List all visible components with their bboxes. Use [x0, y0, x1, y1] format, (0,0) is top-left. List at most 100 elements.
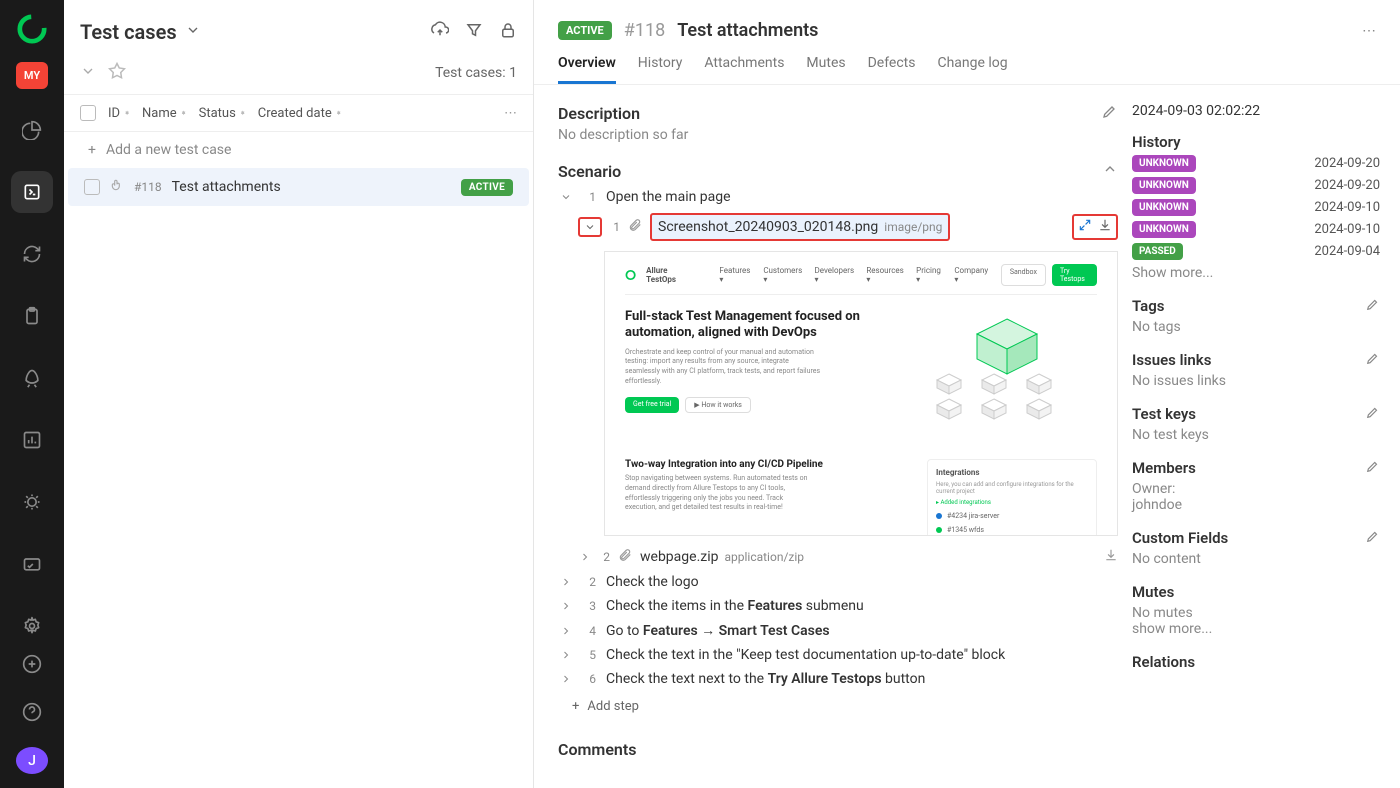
history-heading: History [1132, 133, 1181, 151]
tab-mutes[interactable]: Mutes [806, 55, 845, 84]
step-text: Check the text in the "Keep test documen… [606, 647, 1005, 663]
nav-cycles-icon[interactable] [11, 233, 53, 275]
testcase-detail-panel: ACTIVE #118 Test attachments ⋯ Overview … [534, 0, 1400, 788]
edit-tags-icon[interactable] [1366, 297, 1380, 315]
attachment-name[interactable]: Screenshot_20240903_020148.pngimage/png [650, 213, 950, 241]
collapse-scenario-icon[interactable] [1102, 161, 1118, 181]
owner-name: johndoe [1132, 497, 1380, 513]
owner-label: Owner: [1132, 481, 1380, 497]
tags-empty: No tags [1132, 319, 1380, 335]
attachment-name[interactable]: webpage.zipapplication/zip [640, 549, 804, 565]
nav-rail: MY J [0, 0, 64, 788]
tab-history[interactable]: History [638, 55, 683, 84]
add-testcase-button[interactable]: + Add a new test case [64, 132, 533, 168]
title-chevron-icon[interactable] [185, 22, 201, 42]
attachment-row: 2 webpage.zipapplication/zip [558, 544, 1118, 570]
upload-icon[interactable] [431, 21, 449, 43]
detail-tabs: Overview History Attachments Mutes Defec… [534, 41, 1400, 85]
nav-analytics-icon[interactable] [11, 419, 53, 461]
col-id[interactable]: ID [108, 106, 130, 121]
attachment-row: 1 Screenshot_20240903_020148.pngimage/pn… [558, 209, 1118, 245]
history-row[interactable]: UNKNOWN2024-09-10 [1132, 199, 1380, 216]
step-number: 2 [584, 575, 596, 589]
attachment-actions [1072, 214, 1118, 240]
favorite-icon[interactable] [108, 62, 126, 84]
scenario-step[interactable]: 2 Check the logo [558, 570, 1118, 594]
expand-icon[interactable] [1078, 218, 1092, 236]
edit-description-icon[interactable] [1102, 103, 1118, 123]
step-text: Check the text next to the Try Allure Te… [606, 671, 925, 687]
add-step-button[interactable]: + Add step [558, 691, 1118, 722]
nav-reports-icon[interactable] [11, 109, 53, 151]
download-icon[interactable] [1098, 218, 1112, 236]
nav-testcases-icon[interactable] [11, 171, 53, 213]
paperclip-icon [618, 548, 632, 566]
nav-clipboard-icon[interactable] [11, 295, 53, 337]
scenario-step[interactable]: 6 Check the text next to the Try Allure … [558, 667, 1118, 691]
download-icon[interactable] [1104, 548, 1118, 566]
scenario-step[interactable]: 4 Go to Features → Smart Test Cases [558, 618, 1118, 643]
testkeys-empty: No test keys [1132, 427, 1380, 443]
app-logo[interactable] [17, 14, 47, 44]
tab-attachments[interactable]: Attachments [704, 55, 784, 84]
mutes-show-more[interactable]: show more... [1132, 621, 1380, 637]
row-status-badge: ACTIVE [461, 179, 513, 196]
history-row[interactable]: PASSED2024-09-04 [1132, 243, 1380, 260]
edit-customfields-icon[interactable] [1366, 529, 1380, 547]
tab-defects[interactable]: Defects [868, 55, 916, 84]
scenario-step[interactable]: 5 Check the text in the "Keep test docum… [558, 643, 1118, 667]
filter-icon[interactable] [465, 21, 483, 43]
step-chevron-icon[interactable] [558, 576, 574, 588]
nav-help-icon[interactable] [11, 694, 53, 729]
updated-timestamp: 2024-09-03 02:02:22 [1132, 103, 1380, 119]
relations-heading: Relations [1132, 653, 1195, 671]
members-heading: Members [1132, 459, 1196, 477]
testcase-count: Test cases: 1 [435, 65, 517, 81]
col-status[interactable]: Status [199, 106, 246, 121]
history-row[interactable]: UNKNOWN2024-09-20 [1132, 155, 1380, 172]
scenario-step[interactable]: 1 Open the main page [558, 185, 1118, 209]
nav-add-icon[interactable] [11, 647, 53, 682]
select-all-checkbox[interactable] [80, 105, 96, 121]
attachment-toggle-icon[interactable] [578, 217, 602, 237]
step-text: Check the logo [606, 574, 699, 590]
columns-menu-icon[interactable]: ⋯ [504, 106, 517, 121]
lock-icon[interactable] [499, 21, 517, 43]
edit-testkeys-icon[interactable] [1366, 405, 1380, 423]
step-chevron-icon[interactable] [558, 600, 574, 612]
col-name[interactable]: Name [142, 106, 187, 121]
nav-launches-icon[interactable] [11, 357, 53, 399]
detail-menu-icon[interactable]: ⋯ [1362, 23, 1376, 39]
project-badge[interactable]: MY [16, 62, 48, 89]
history-row[interactable]: UNKNOWN2024-09-20 [1132, 177, 1380, 194]
step-chevron-icon[interactable] [558, 649, 574, 661]
paperclip-icon [628, 218, 642, 236]
table-header: ID Name Status Created date ⋯ [64, 94, 533, 132]
col-created[interactable]: Created date [258, 106, 342, 121]
tab-overview[interactable]: Overview [558, 55, 616, 84]
nav-jobs-icon[interactable] [11, 543, 53, 585]
collapse-all-icon[interactable] [80, 63, 96, 83]
step-text: Go to Features → Smart Test Cases [606, 622, 830, 639]
panel-title: Test cases [80, 20, 177, 44]
step-chevron-icon[interactable] [558, 673, 574, 685]
issues-empty: No issues links [1132, 373, 1380, 389]
history-row[interactable]: UNKNOWN2024-09-10 [1132, 221, 1380, 238]
scenario-step[interactable]: 3 Check the items in the Features submen… [558, 594, 1118, 618]
scenario-heading: Scenario [558, 162, 621, 181]
attachment-toggle-icon[interactable] [578, 551, 592, 563]
history-show-more[interactable]: Show more... [1132, 265, 1380, 281]
row-checkbox[interactable] [84, 179, 100, 195]
testcase-row[interactable]: #118 Test attachments ACTIVE [68, 168, 529, 206]
tags-heading: Tags [1132, 297, 1165, 315]
nav-settings-icon[interactable] [11, 605, 53, 647]
edit-members-icon[interactable] [1366, 459, 1380, 477]
edit-issues-icon[interactable] [1366, 351, 1380, 369]
description-empty: No description so far [558, 127, 1118, 143]
tab-changelog[interactable]: Change log [937, 55, 1007, 84]
step-chevron-icon[interactable] [558, 191, 574, 203]
user-avatar[interactable]: J [16, 747, 48, 774]
step-chevron-icon[interactable] [558, 625, 574, 637]
testkeys-heading: Test keys [1132, 405, 1196, 423]
nav-defects-icon[interactable] [11, 481, 53, 523]
